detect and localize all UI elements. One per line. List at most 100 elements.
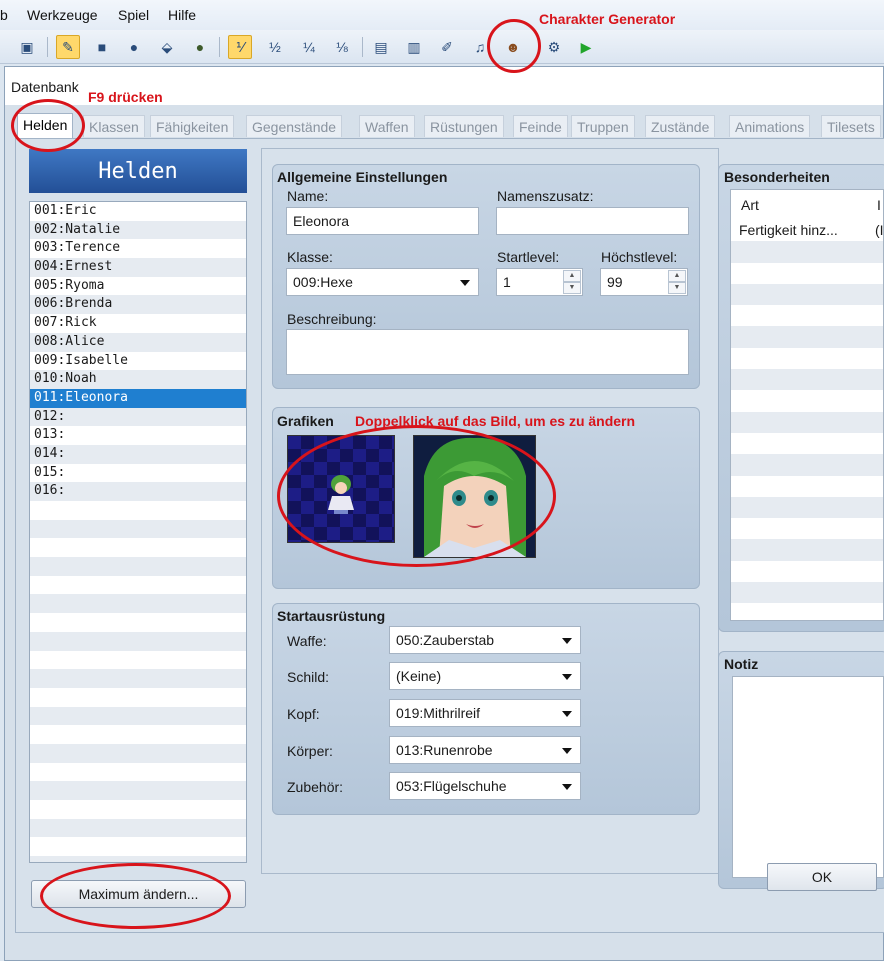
list-item[interactable] — [30, 613, 246, 632]
ok-button[interactable]: OK — [767, 863, 877, 891]
list-item[interactable] — [30, 743, 246, 763]
list-item[interactable]: 007:Rick — [30, 314, 246, 333]
up-arrow-icon[interactable]: ▲ — [668, 270, 686, 282]
zoom-1-1-icon[interactable]: ⅟ — [228, 35, 252, 59]
table-row[interactable] — [731, 454, 883, 476]
list-item[interactable] — [30, 594, 246, 614]
class-select[interactable]: 009:Hexe — [286, 268, 479, 296]
table-row[interactable] — [731, 411, 883, 433]
tab-states[interactable]: Zustände — [645, 115, 716, 137]
zoom-1-8-icon[interactable]: ⅛ — [330, 35, 354, 59]
tab-animations[interactable]: Animations — [729, 115, 811, 137]
table-row[interactable] — [731, 561, 883, 582]
tab-tilesets[interactable]: Tilesets — [821, 115, 881, 137]
start-level-stepper[interactable]: 1 ▲ ▼ — [496, 268, 583, 296]
body-select[interactable]: 013:Runenrobe — [389, 736, 581, 764]
list-item[interactable]: 002:Natalie — [30, 220, 246, 240]
list-item[interactable] — [30, 800, 246, 819]
table-row[interactable] — [731, 476, 883, 497]
character-generator-icon[interactable]: ☻ — [501, 35, 525, 59]
list-item[interactable]: 009:Isabelle — [30, 352, 246, 371]
tab-enemies[interactable]: Feinde — [513, 115, 568, 137]
table-row[interactable] — [731, 305, 883, 326]
zoom-1-4-icon[interactable]: ¼ — [297, 35, 321, 59]
list-item[interactable] — [30, 688, 246, 707]
list-item[interactable] — [30, 837, 246, 856]
ellipse-icon[interactable]: ● — [122, 35, 146, 59]
change-maximum-button[interactable]: Maximum ändern... — [31, 880, 246, 908]
pencil-icon[interactable]: ✎ — [56, 35, 80, 59]
list-item[interactable]: 008:Alice — [30, 332, 246, 352]
list-item[interactable]: 014: — [30, 444, 246, 464]
down-arrow-icon[interactable]: ▼ — [563, 282, 581, 294]
list-item[interactable] — [30, 651, 246, 670]
up-arrow-icon[interactable]: ▲ — [563, 270, 581, 282]
max-level-stepper[interactable]: 99 ▲ ▼ — [600, 268, 688, 296]
list-item[interactable]: 005:Ryoma — [30, 277, 246, 296]
gear-icon[interactable]: ⚙ — [542, 35, 566, 59]
notes-input[interactable] — [732, 676, 884, 878]
name-input[interactable]: Eleonora — [286, 207, 479, 235]
list-item[interactable] — [30, 669, 246, 688]
table-row[interactable]: Fertigkeit hinz... (I — [731, 220, 883, 242]
nickname-input[interactable] — [496, 207, 689, 235]
table-row[interactable] — [731, 283, 883, 306]
face-portrait-image[interactable] — [413, 435, 536, 558]
tab-items[interactable]: Gegenstände — [246, 115, 343, 137]
description-input[interactable] — [286, 329, 689, 375]
script-editor-icon[interactable]: ✐ — [435, 35, 459, 59]
menu-edit[interactable]: b — [0, 7, 8, 23]
rectangle-icon[interactable]: ■ — [90, 35, 114, 59]
list-item[interactable] — [30, 631, 246, 651]
list-item[interactable] — [30, 706, 246, 726]
accessory-select[interactable]: 053:Flügelschuhe — [389, 772, 581, 800]
head-select[interactable]: 019:Mithrilreif — [389, 699, 581, 727]
list-item-selected[interactable]: 011:Eleonora — [30, 388, 246, 408]
list-item[interactable] — [30, 818, 246, 838]
list-item[interactable]: 010:Noah — [30, 370, 246, 389]
list-item[interactable]: 006:Brenda — [30, 295, 246, 315]
tab-armors[interactable]: Rüstungen — [424, 115, 504, 137]
list-item[interactable] — [30, 725, 246, 744]
table-row[interactable] — [731, 603, 883, 620]
tab-troops[interactable]: Truppen — [571, 115, 635, 137]
list-item[interactable] — [30, 557, 246, 576]
table-row[interactable] — [731, 241, 883, 263]
shield-select[interactable]: (Keine) — [389, 662, 581, 690]
sound-test-icon[interactable]: ♫ — [468, 35, 492, 59]
menu-tools[interactable]: Werkzeuge — [27, 7, 98, 23]
list-item[interactable]: 016: — [30, 482, 246, 501]
list-item[interactable]: 003:Terence — [30, 239, 246, 258]
resource-manager-icon[interactable]: ▥ — [402, 35, 426, 59]
list-item[interactable]: 004:Ernest — [30, 258, 246, 277]
table-row[interactable] — [731, 539, 883, 561]
list-item[interactable] — [30, 576, 246, 595]
play-icon[interactable]: ▶ — [574, 35, 598, 59]
table-row[interactable] — [731, 518, 883, 539]
spin-buttons[interactable]: ▲ ▼ — [668, 270, 686, 294]
list-item[interactable]: 012: — [30, 407, 246, 427]
list-item[interactable]: 013: — [30, 426, 246, 445]
list-item[interactable]: 015: — [30, 464, 246, 483]
tab-skills[interactable]: Fähigkeiten — [150, 115, 235, 137]
weapon-select[interactable]: 050:Zauberstab — [389, 626, 581, 654]
list-item[interactable] — [30, 519, 246, 539]
map-icon[interactable]: ▣ — [15, 35, 39, 59]
list-item[interactable] — [30, 501, 246, 520]
list-item[interactable] — [30, 763, 246, 782]
menu-help[interactable]: Hilfe — [168, 7, 196, 23]
table-row[interactable] — [731, 369, 883, 391]
tab-heroes[interactable]: Helden — [17, 113, 74, 139]
spin-buttons[interactable]: ▲ ▼ — [563, 270, 581, 294]
list-item[interactable] — [30, 781, 246, 800]
table-row[interactable] — [731, 582, 883, 604]
table-row[interactable] — [731, 326, 883, 348]
tab-classes[interactable]: Klassen — [83, 115, 145, 137]
down-arrow-icon[interactable]: ▼ — [668, 282, 686, 294]
table-row[interactable] — [731, 348, 883, 369]
zoom-1-2-icon[interactable]: ½ — [263, 35, 287, 59]
database-icon[interactable]: ▤ — [369, 35, 393, 59]
fill-icon[interactable]: ⬙ — [155, 35, 179, 59]
list-item[interactable] — [30, 856, 246, 862]
hero-list[interactable]: 001:Eric 002:Natalie 003:Terence 004:Ern… — [29, 201, 247, 863]
